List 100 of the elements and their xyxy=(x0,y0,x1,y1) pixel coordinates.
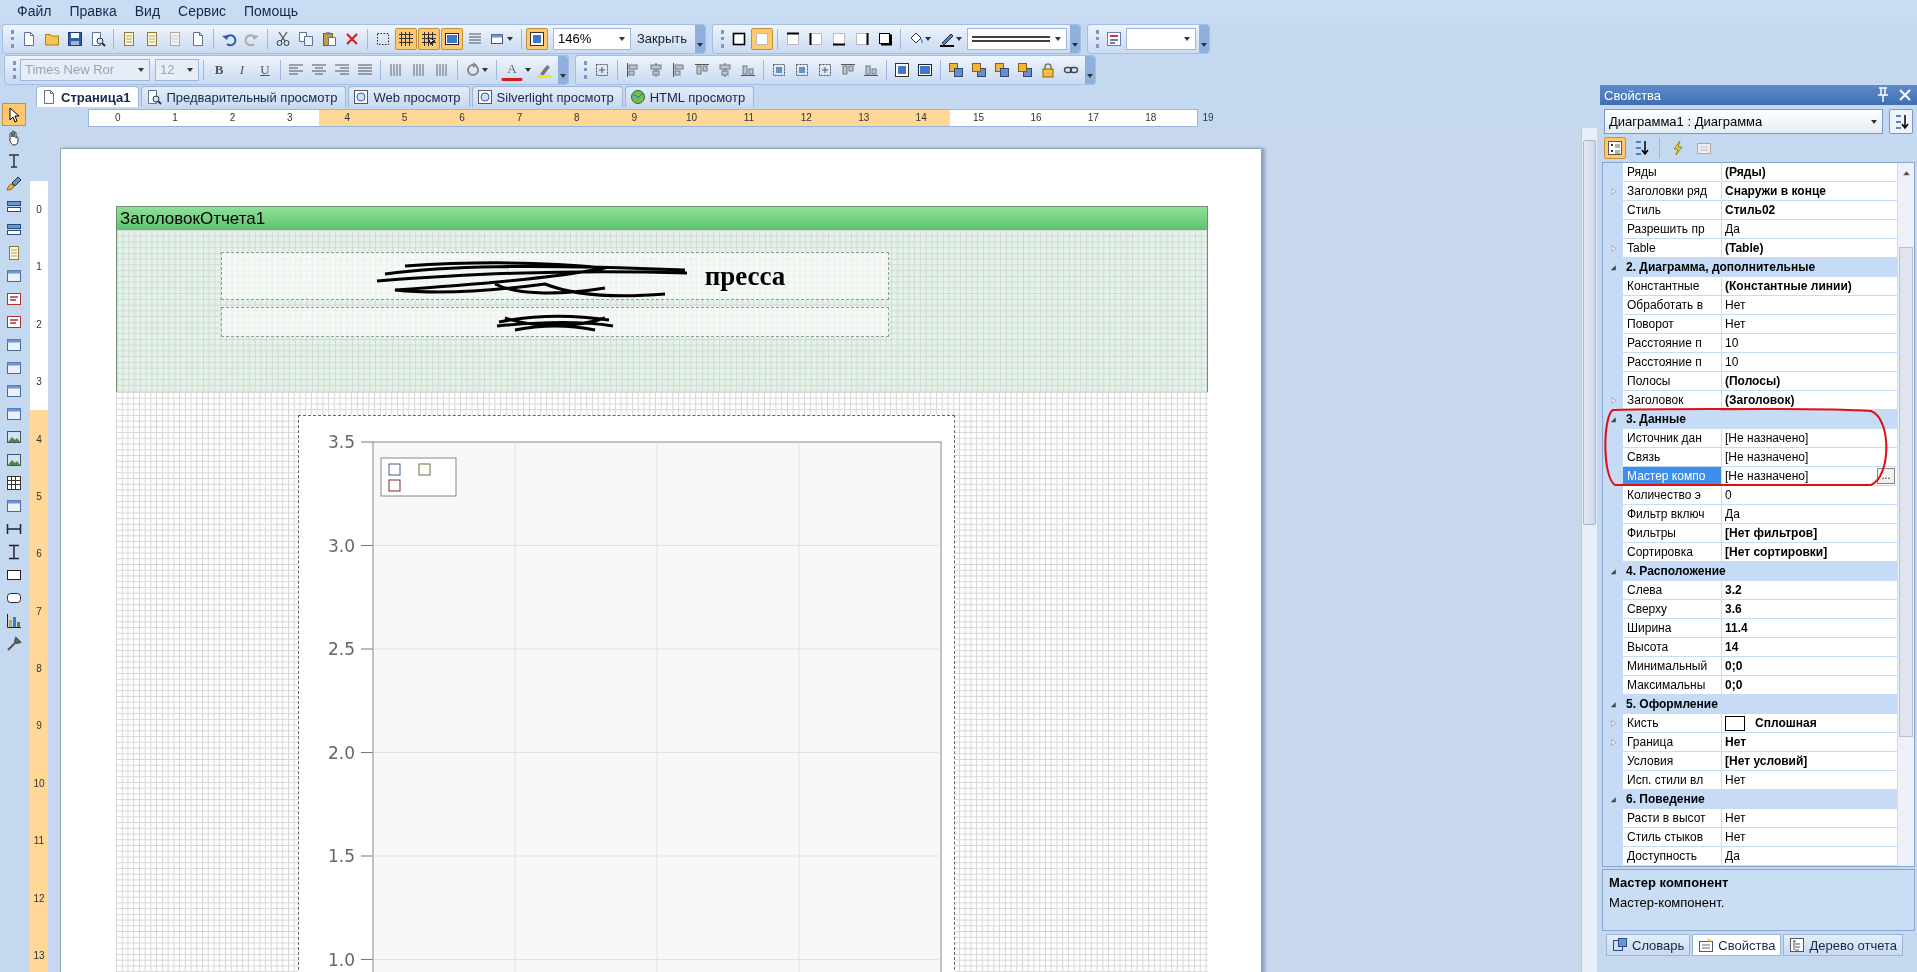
no-borders-toggle-button[interactable] xyxy=(751,27,774,50)
paste-icon[interactable] xyxy=(321,30,337,47)
property-value[interactable]: Нет xyxy=(1725,809,1746,828)
property-value[interactable]: Стиль02 xyxy=(1725,201,1776,220)
sort-icon[interactable] xyxy=(1633,140,1649,157)
format-button[interactable]: B xyxy=(208,58,230,81)
property-value[interactable]: (Ряды) xyxy=(1725,163,1766,182)
property-value[interactable]: Да xyxy=(1725,505,1740,524)
align-centers-icon[interactable] xyxy=(648,61,664,78)
toolbar-overflow-button[interactable] xyxy=(558,55,568,84)
property-name[interactable]: Кисть xyxy=(1623,714,1722,734)
pointer-tool[interactable] xyxy=(2,103,26,127)
property-value[interactable]: (Table) xyxy=(1725,239,1764,258)
align-middles-icon[interactable] xyxy=(717,61,733,78)
lock-icon[interactable] xyxy=(1040,61,1056,78)
property-name[interactable]: Разрешить пр xyxy=(1623,220,1722,240)
menu-item[interactable]: Вид xyxy=(125,0,170,22)
document-tab[interactable]: Предварительный просмотр xyxy=(141,86,347,108)
menu-item[interactable]: Правка xyxy=(60,0,126,22)
toolbar-overflow-button[interactable] xyxy=(1085,55,1095,84)
grid-toggle-button[interactable] xyxy=(395,27,417,50)
property-value[interactable]: Нет xyxy=(1725,733,1747,752)
category-header[interactable]: 5. Оформление xyxy=(1623,695,1897,715)
property-name[interactable]: Ряды xyxy=(1623,163,1722,183)
property-value[interactable]: 3.2 xyxy=(1725,581,1742,600)
send-to-back-icon[interactable] xyxy=(971,61,987,78)
property-value[interactable]: 14 xyxy=(1725,638,1739,657)
size-icon[interactable] xyxy=(817,61,833,78)
property-name[interactable]: Источник дан xyxy=(1623,429,1722,449)
property-value[interactable]: Нет xyxy=(1725,828,1746,847)
title-text-box[interactable]: пресса xyxy=(221,251,889,300)
caret-icon[interactable] xyxy=(481,65,489,74)
shadow-icon[interactable] xyxy=(877,30,894,47)
left-border-icon[interactable] xyxy=(808,30,825,47)
document-tab[interactable]: HTML просмотр xyxy=(624,86,755,108)
property-value[interactable]: Да xyxy=(1725,847,1740,866)
property-value[interactable]: Снаружи в конце xyxy=(1725,182,1826,201)
panel-tab[interactable]: Словарь xyxy=(1606,934,1691,957)
property-name[interactable]: Количество э xyxy=(1623,486,1722,506)
format-button[interactable]: I xyxy=(231,58,253,81)
font-color-button[interactable]: A xyxy=(501,58,523,81)
property-value[interactable]: Нет xyxy=(1725,315,1746,334)
menu-item[interactable]: Сервис xyxy=(169,0,235,22)
toolbar-overflow-button[interactable] xyxy=(1070,24,1081,53)
category-header[interactable]: 2. Диаграмма, дополнительные xyxy=(1623,258,1897,278)
property-value[interactable]: 3.6 xyxy=(1725,600,1742,619)
copy-icon[interactable] xyxy=(298,30,314,47)
property-name[interactable]: Сверху xyxy=(1623,600,1722,620)
property-name[interactable]: Доступность xyxy=(1623,847,1722,867)
property-value[interactable]: 0 xyxy=(1725,486,1732,505)
property-value[interactable]: 0;0 xyxy=(1725,676,1743,695)
property-name[interactable]: Обработать в xyxy=(1623,296,1722,316)
property-value[interactable]: 11.4 xyxy=(1725,619,1748,638)
line-style-combo[interactable] xyxy=(967,27,1068,50)
caret-icon[interactable] xyxy=(924,34,933,43)
spacing-icon[interactable] xyxy=(840,61,856,78)
menu-item[interactable]: Файл xyxy=(8,0,61,22)
property-name[interactable]: Фильтр включ xyxy=(1623,505,1722,525)
property-name[interactable]: Граница xyxy=(1623,733,1722,753)
page-icon[interactable] xyxy=(144,30,160,47)
panel-tab[interactable]: Свойства xyxy=(1692,934,1782,957)
property-name[interactable]: Расстояние п xyxy=(1623,334,1722,354)
scrollbar-thumb[interactable] xyxy=(1583,139,1596,525)
property-name[interactable]: Слева xyxy=(1623,581,1722,601)
dashed-rectangle-icon[interactable] xyxy=(375,30,391,47)
property-name[interactable]: Расстояние п xyxy=(1623,353,1722,373)
caret-icon[interactable] xyxy=(524,65,532,74)
page-frame-toggle-button[interactable] xyxy=(441,27,463,50)
property-value[interactable]: [Не назначено] xyxy=(1725,467,1809,486)
property-value[interactable]: (Полосы) xyxy=(1725,372,1781,391)
property-name[interactable]: Полосы xyxy=(1623,372,1722,392)
property-name[interactable]: Константные xyxy=(1623,277,1722,297)
property-name[interactable]: Стиль стыков xyxy=(1623,828,1722,848)
categorized-button[interactable] xyxy=(1604,137,1626,160)
print-preview-icon[interactable] xyxy=(90,30,106,47)
property-value[interactable]: 10 xyxy=(1725,334,1739,353)
send-backward-icon[interactable] xyxy=(1017,61,1033,78)
property-value[interactable]: Сплошная xyxy=(1755,714,1817,733)
menu-item[interactable]: Помощь xyxy=(235,0,308,22)
bottom-border-icon[interactable] xyxy=(831,30,848,47)
scissors-icon[interactable] xyxy=(275,30,291,47)
bring-to-front-icon[interactable] xyxy=(948,61,964,78)
document-tab[interactable]: Web просмотр xyxy=(348,86,470,108)
vertical-scrollbar[interactable] xyxy=(1581,127,1597,972)
align-right-edges-icon[interactable] xyxy=(671,61,687,78)
property-name[interactable]: Поворот xyxy=(1623,315,1722,335)
property-value[interactable]: Нет xyxy=(1725,296,1746,315)
category-header[interactable]: 4. Расположение xyxy=(1623,562,1897,582)
document-icon[interactable] xyxy=(190,30,206,47)
property-value[interactable]: (Заголовок) xyxy=(1725,391,1795,410)
subtitle-text-box[interactable] xyxy=(221,306,889,337)
chart-component[interactable]: 3.5 3.0 2.5 2.0 1.5 1.0 xyxy=(298,414,955,972)
scroll-up-arrow-icon[interactable] xyxy=(1902,168,1911,178)
caret-icon[interactable] xyxy=(1870,117,1878,126)
property-name[interactable]: Заголовки ряд xyxy=(1623,182,1722,202)
align-left-edges-icon[interactable] xyxy=(625,61,641,78)
align-grid-icon[interactable] xyxy=(594,61,610,78)
zoom-combo[interactable]: 146% xyxy=(553,27,631,50)
property-name[interactable]: Минимальный xyxy=(1623,657,1722,677)
property-name[interactable]: Высота xyxy=(1623,638,1722,658)
